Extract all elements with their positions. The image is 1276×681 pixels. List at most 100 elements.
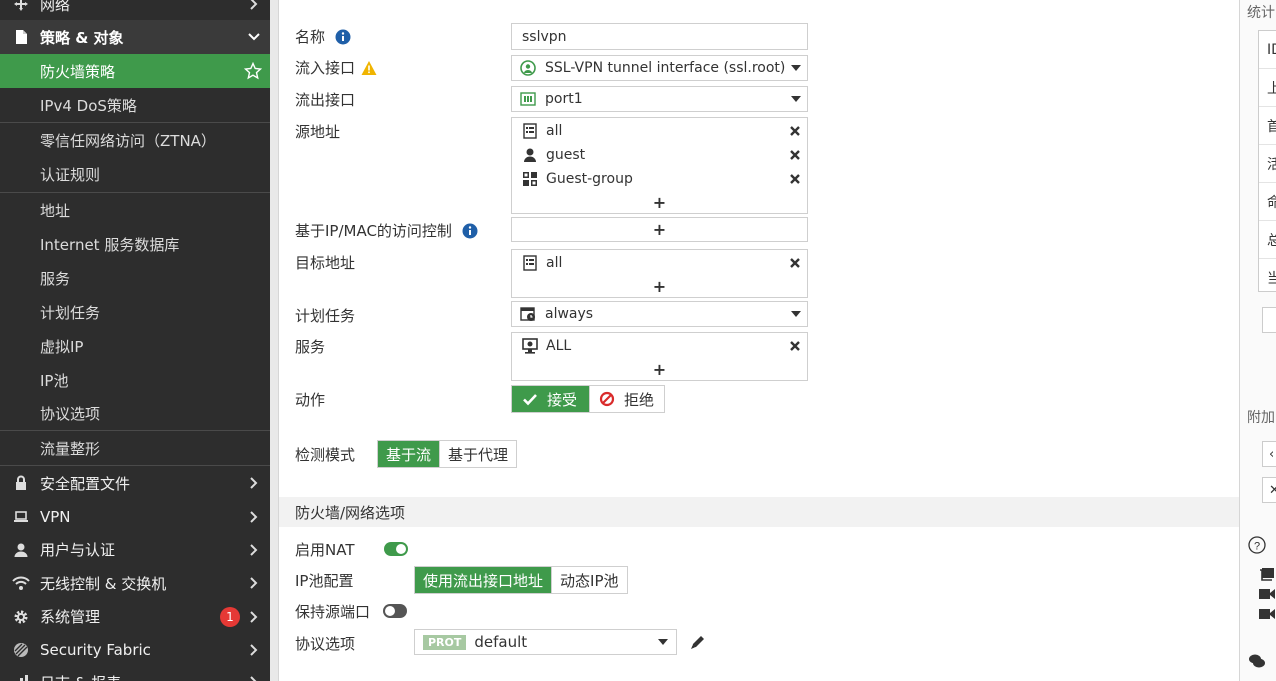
source-address-item[interactable]: all (512, 119, 807, 143)
name-label: 名称 (295, 26, 351, 47)
dynamic-ippool-button[interactable]: 动态IP池 (552, 567, 627, 593)
info-icon[interactable] (335, 29, 351, 45)
help-icon[interactable]: ? (1248, 536, 1266, 554)
video-icon[interactable] (1258, 606, 1276, 622)
sidebar-item-protocol-options[interactable]: 协议选项 (0, 397, 270, 431)
sidebar-item-label: 零信任网络访问（ZTNA） (40, 131, 216, 150)
info-icon[interactable] (462, 223, 478, 239)
add-ipmac-button[interactable]: + (512, 218, 807, 241)
extra-button-2[interactable]: ✕ (1262, 477, 1276, 503)
sidebar-item-security-fabric[interactable]: Security Fabric (0, 633, 270, 667)
sidebar-item-label: 虚拟IP (40, 337, 84, 356)
extra-button-1[interactable]: ‹ (1262, 441, 1276, 467)
proxy-based-button[interactable]: 基于代理 (440, 441, 517, 467)
sidebar-item-internet-service-db[interactable]: Internet 服务数据库 (0, 227, 270, 261)
add-source-button[interactable]: + (512, 191, 807, 213)
policy-edit-form: 名称 sslvpn 流入接口 SSL-VPN tunnel interface … (279, 0, 1239, 681)
flow-based-button[interactable]: 基于流 (378, 441, 441, 467)
sidebar-item-virtual-ip[interactable]: 虚拟IP (0, 329, 270, 363)
address-icon (522, 255, 538, 271)
nat-label: 启用NAT (295, 539, 354, 560)
sidebar-item-label: VPN (40, 507, 71, 526)
remove-icon[interactable] (789, 257, 801, 269)
dropdown-caret-icon (791, 65, 801, 71)
sidebar-item-user-auth[interactable]: 用户与认证 (0, 533, 270, 566)
accept-button[interactable]: 接受 (512, 386, 591, 412)
remove-icon[interactable] (789, 149, 801, 161)
sidebar-item-addresses[interactable]: 地址 (0, 192, 270, 227)
use-outgoing-interface-button[interactable]: 使用流出接口地址 (415, 567, 553, 593)
name-input[interactable]: sslvpn (511, 23, 808, 50)
chevron-right-icon (248, 510, 260, 523)
ipmac-label-text: 基于IP/MAC的访问控制 (295, 222, 452, 240)
lock-icon (12, 474, 30, 492)
protocol-options-label: 协议选项 (295, 633, 355, 654)
remove-icon[interactable] (789, 340, 801, 352)
outgoing-interface-value: port1 (545, 91, 583, 107)
book-icon[interactable] (1258, 566, 1276, 582)
sidebar-item-security-profiles[interactable]: 安全配置文件 (0, 466, 270, 500)
schedule-label-text: 计划任务 (295, 307, 356, 325)
incoming-interface-select[interactable]: SSL-VPN tunnel interface (ssl.root) (511, 55, 808, 81)
sidebar: 网络 策略 & 对象 防火墙策略 IPv4 DoS策略 零信任网络访问（ZTNA… (0, 0, 270, 681)
sidebar-item-services[interactable]: 服务 (0, 261, 270, 295)
accept-label: 接受 (547, 390, 578, 409)
sidebar-item-ipv4-dos[interactable]: IPv4 DoS策略 (0, 88, 270, 122)
sidebar-item-schedules[interactable]: 计划任务 (0, 295, 270, 329)
remove-icon[interactable] (789, 173, 801, 185)
sidebar-item-vpn[interactable]: VPN (0, 500, 270, 533)
add-destination-button[interactable]: + (512, 275, 807, 297)
sidebar-item-log-report[interactable]: 日志 & 报表 (0, 667, 270, 681)
chevron-right-icon (248, 577, 260, 589)
stats-row: 总 (1259, 221, 1276, 259)
stats-row: 命 (1259, 183, 1276, 221)
sidebar-item-auth-rules[interactable]: 认证规则 (0, 157, 270, 192)
edit-pencil-icon[interactable] (689, 633, 707, 651)
protocol-options-select[interactable]: PROT default (414, 629, 677, 655)
sidebar-item-policy-objects[interactable]: 策略 & 对象 (0, 20, 270, 54)
sidebar-item-wifi-switch[interactable]: 无线控制 & 交换机 (0, 566, 270, 600)
protocol-options-label-text: 协议选项 (295, 635, 356, 653)
incoming-interface-label: 流入接口 (295, 57, 377, 78)
destination-address-item[interactable]: all (512, 251, 807, 275)
stats-action-button[interactable] (1262, 307, 1276, 333)
stats-row: ID (1259, 31, 1276, 69)
network-icon (12, 0, 30, 13)
nat-toggle[interactable] (384, 542, 408, 556)
sidebar-item-network[interactable]: 网络 (0, 0, 270, 16)
source-address-item[interactable]: Guest-group (512, 167, 807, 191)
dropdown-caret-icon (791, 311, 801, 317)
schedule-select[interactable]: always (511, 301, 808, 327)
incoming-interface-label-text: 流入接口 (295, 59, 356, 77)
sidebar-item-system[interactable]: 系统管理 1 (0, 600, 270, 633)
sidebar-item-ztna[interactable]: 零信任网络访问（ZTNA） (0, 122, 270, 157)
deny-label: 拒绝 (624, 390, 655, 409)
group-icon (522, 171, 538, 187)
firewall-network-options-header: 防火墙/网络选项 (279, 497, 1239, 527)
port-icon (520, 91, 536, 107)
sidebar-item-label: Internet 服务数据库 (40, 235, 180, 254)
chevron-right-icon (248, 477, 260, 489)
dropdown-caret-icon (658, 639, 668, 645)
sidebar-item-firewall-policy[interactable]: 防火墙策略 (0, 54, 270, 88)
ippool-label-text: IP池配置 (295, 572, 354, 590)
sidebar-item-ip-pools[interactable]: IP池 (0, 363, 270, 397)
video-icon[interactable] (1258, 586, 1276, 602)
star-icon[interactable] (243, 61, 263, 80)
chat-icon[interactable] (1248, 653, 1266, 669)
source-address-item[interactable]: guest (512, 143, 807, 167)
service-item[interactable]: ALL (512, 334, 807, 358)
deny-button[interactable]: 拒绝 (590, 386, 665, 412)
action-toggle-group: 接受 拒绝 (511, 385, 666, 413)
remove-icon[interactable] (789, 125, 801, 137)
add-service-button[interactable]: + (512, 358, 807, 380)
outgoing-interface-select[interactable]: port1 (511, 86, 808, 112)
sidebar-item-traffic-shaping[interactable]: 流量整形 (0, 431, 270, 466)
sidebar-item-label: 计划任务 (40, 303, 101, 322)
ipmac-label: 基于IP/MAC的访问控制 (295, 220, 478, 241)
outgoing-interface-label-text: 流出接口 (295, 91, 356, 109)
sidebar-edge (270, 0, 279, 681)
preserve-source-port-toggle[interactable] (383, 604, 407, 618)
sidebar-item-label: 流量整形 (40, 439, 101, 458)
user-icon (522, 147, 538, 163)
